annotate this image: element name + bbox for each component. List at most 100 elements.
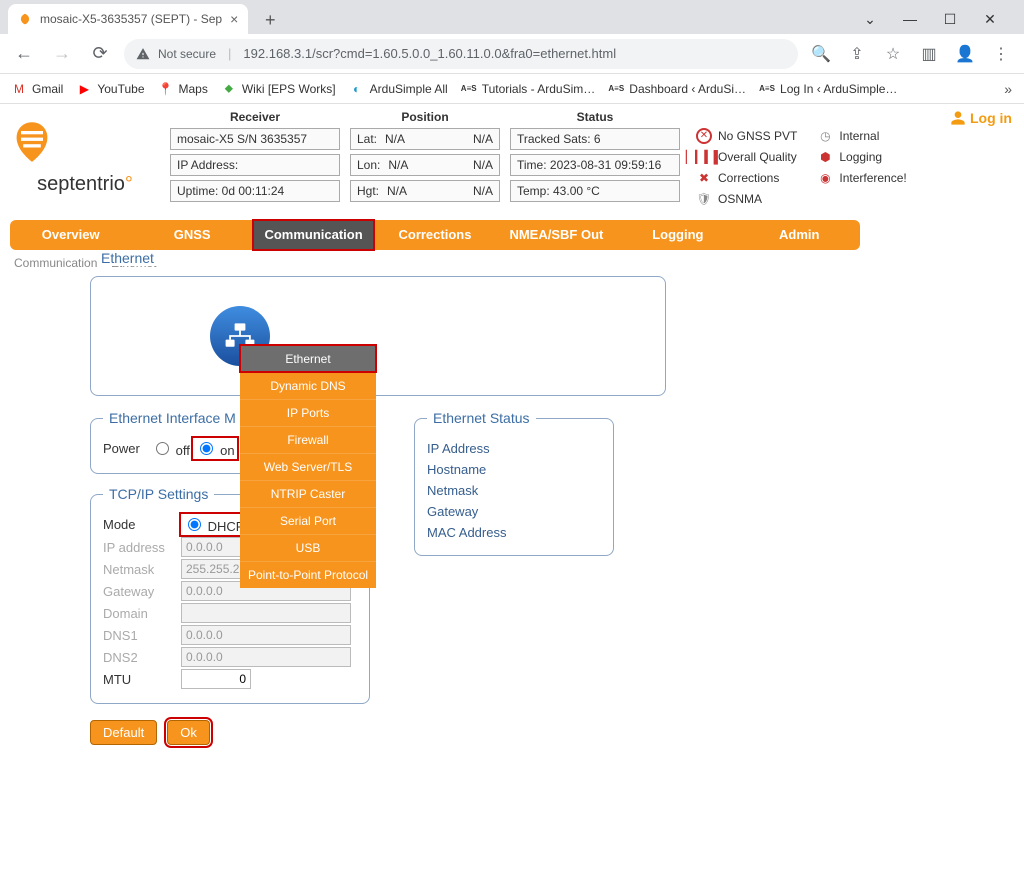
dns2-input[interactable]: [181, 647, 351, 667]
shield-icon: 🛡: [696, 191, 712, 207]
not-secure-icon: [136, 47, 150, 61]
action-buttons: Default Ok: [90, 720, 390, 745]
dd-firewall[interactable]: Firewall: [240, 426, 376, 453]
user-icon: [950, 110, 966, 126]
nav-gnss[interactable]: GNSS: [131, 220, 252, 250]
dd-ethernet[interactable]: Ethernet: [240, 345, 376, 372]
corrections-icon: ✖: [696, 170, 712, 186]
cross-circle-icon: ✕: [696, 128, 712, 144]
extensions-icon[interactable]: ▥: [916, 41, 942, 67]
bookmark-ardusimple-all[interactable]: ◐ArduSimple All: [350, 82, 448, 96]
dns1-input[interactable]: [181, 625, 351, 645]
ethernet-status-legend: Ethernet Status: [427, 410, 536, 426]
dd-ntrip[interactable]: NTRIP Caster: [240, 480, 376, 507]
forward-button[interactable]: →: [48, 40, 76, 68]
nav-overview[interactable]: Overview: [10, 220, 131, 250]
indicator-panel: ✕No GNSS PVT ▏▎▍▌Overall Quality ✖Correc…: [690, 110, 907, 212]
bookmark-dashboard[interactable]: A≡SDashboard ‹ ArduSi…: [609, 82, 746, 96]
dd-web-server[interactable]: Web Server/TLS: [240, 453, 376, 480]
bookmark-wiki[interactable]: ⬥Wiki [EPS Works]: [222, 82, 336, 96]
position-lat: Lat:N/AN/A: [350, 128, 500, 150]
nav-admin[interactable]: Admin: [739, 220, 860, 250]
breadcrumb: Communication > Ethernet: [10, 250, 1014, 276]
maximize-icon[interactable]: ☐: [938, 7, 962, 31]
address-bar[interactable]: Not secure | 192.168.3.1/scr?cmd=1.60.5.…: [124, 39, 798, 69]
status-mac: MAC Address: [427, 522, 601, 543]
interference-icon: ◉: [817, 170, 833, 186]
domain-input[interactable]: [181, 603, 351, 623]
not-secure-label: Not secure: [158, 47, 216, 61]
tab-bar: mosaic-X5-3635357 (SEPT) - Sep × + ⌄ — ☐…: [0, 0, 1024, 34]
bookmark-youtube[interactable]: ▶YouTube: [77, 82, 144, 96]
status-hostname: Hostname: [427, 459, 601, 480]
ethernet-status-fieldset: Ethernet Status IP Address Hostname Netm…: [414, 410, 614, 556]
bookmark-tutorials[interactable]: A≡STutorials - ArduSim…: [462, 82, 596, 96]
reload-button[interactable]: ⟳: [86, 40, 114, 68]
bookmark-login[interactable]: A≡SLog In ‹ ArduSimple…: [760, 82, 897, 96]
new-tab-button[interactable]: +: [256, 6, 284, 34]
minimize-icon[interactable]: —: [898, 7, 922, 31]
position-col: Position Lat:N/AN/A Lon:N/AN/A Hgt:N/AN/…: [350, 110, 500, 212]
mode-dhcp-option[interactable]: DHCP: [183, 519, 244, 534]
tab-close-icon[interactable]: ×: [230, 11, 238, 27]
clock-icon: ◷: [817, 128, 833, 144]
nav-logging[interactable]: Logging: [617, 220, 738, 250]
dns2-row: DNS2: [103, 647, 357, 667]
logo-text: septentrio°: [10, 173, 160, 196]
main-nav: Overview GNSS Communication Corrections …: [10, 220, 860, 250]
bookmark-star-icon[interactable]: ☆: [880, 41, 906, 67]
power-off-option[interactable]: off: [151, 439, 190, 458]
profile-icon[interactable]: 👤: [952, 41, 978, 67]
browser-tab[interactable]: mosaic-X5-3635357 (SEPT) - Sep ×: [8, 4, 248, 34]
eth-interface-legend: Ethernet Interface M: [103, 410, 242, 426]
bookmark-maps[interactable]: 📍Maps: [159, 82, 208, 96]
position-lon: Lon:N/AN/A: [350, 154, 500, 176]
ethernet-legend: Ethernet: [97, 250, 158, 266]
tab-title: mosaic-X5-3635357 (SEPT) - Sep: [40, 12, 222, 26]
window-buttons: ⌄ — ☐ ✕: [858, 4, 1016, 34]
login-link[interactable]: Log in: [950, 110, 1012, 126]
back-button[interactable]: ←: [10, 40, 38, 68]
position-title: Position: [350, 110, 500, 124]
dns1-row: DNS1: [103, 625, 357, 645]
receiver-uptime: Uptime: 0d 00:11:24: [170, 180, 340, 202]
receiver-title: Receiver: [170, 110, 340, 124]
ind-logging: ⬢Logging: [817, 149, 906, 165]
bookmarks-overflow-icon[interactable]: »: [1004, 81, 1012, 97]
ethernet-fieldset: Ethernet: [90, 276, 666, 396]
share-icon[interactable]: ⇪: [844, 41, 870, 67]
dd-serial[interactable]: Serial Port: [240, 507, 376, 534]
status-temp: Temp: 43.00 °C: [510, 180, 680, 202]
dd-usb[interactable]: USB: [240, 534, 376, 561]
bookmark-gmail[interactable]: MGmail: [12, 82, 63, 96]
ok-button[interactable]: Ok: [167, 720, 210, 745]
mode-label: Mode: [103, 517, 181, 532]
signal-icon: ▏▎▍▌: [696, 149, 712, 165]
power-on-option[interactable]: on: [195, 443, 234, 458]
zoom-icon[interactable]: 🔍: [808, 41, 834, 67]
ind-interference: ◉Interference!: [817, 170, 906, 186]
dd-ip-ports[interactable]: IP Ports: [240, 399, 376, 426]
default-button[interactable]: Default: [90, 720, 157, 745]
page-header: septentrio° Receiver mosaic-X5 S/N 36353…: [10, 110, 1014, 212]
browser-toolbar: ← → ⟳ Not secure | 192.168.3.1/scr?cmd=1…: [0, 34, 1024, 74]
dd-dynamic-dns[interactable]: Dynamic DNS: [240, 372, 376, 399]
ind-internal: ◷Internal: [817, 128, 906, 144]
mtu-input[interactable]: [181, 669, 251, 689]
status-sats: Tracked Sats: 6: [510, 128, 680, 150]
status-ip: IP Address: [427, 438, 601, 459]
status-netmask: Netmask: [427, 480, 601, 501]
menu-icon[interactable]: ⋮: [988, 41, 1014, 67]
database-icon: ⬢: [817, 149, 833, 165]
nav-communication[interactable]: Communication: [253, 220, 374, 250]
nav-nmea-sbf[interactable]: NMEA/SBF Out: [496, 220, 617, 250]
chevron-down-icon[interactable]: ⌄: [858, 7, 882, 31]
receiver-ip: IP Address:: [170, 154, 340, 176]
domain-row: Domain: [103, 603, 357, 623]
position-hgt: Hgt:N/AN/A: [350, 180, 500, 202]
receiver-sn: mosaic-X5 S/N 3635357: [170, 128, 340, 150]
dd-p2p[interactable]: Point-to-Point Protocol: [240, 561, 376, 588]
close-window-icon[interactable]: ✕: [978, 7, 1002, 31]
ind-overall-quality: ▏▎▍▌Overall Quality: [696, 149, 797, 165]
nav-corrections[interactable]: Corrections: [374, 220, 495, 250]
